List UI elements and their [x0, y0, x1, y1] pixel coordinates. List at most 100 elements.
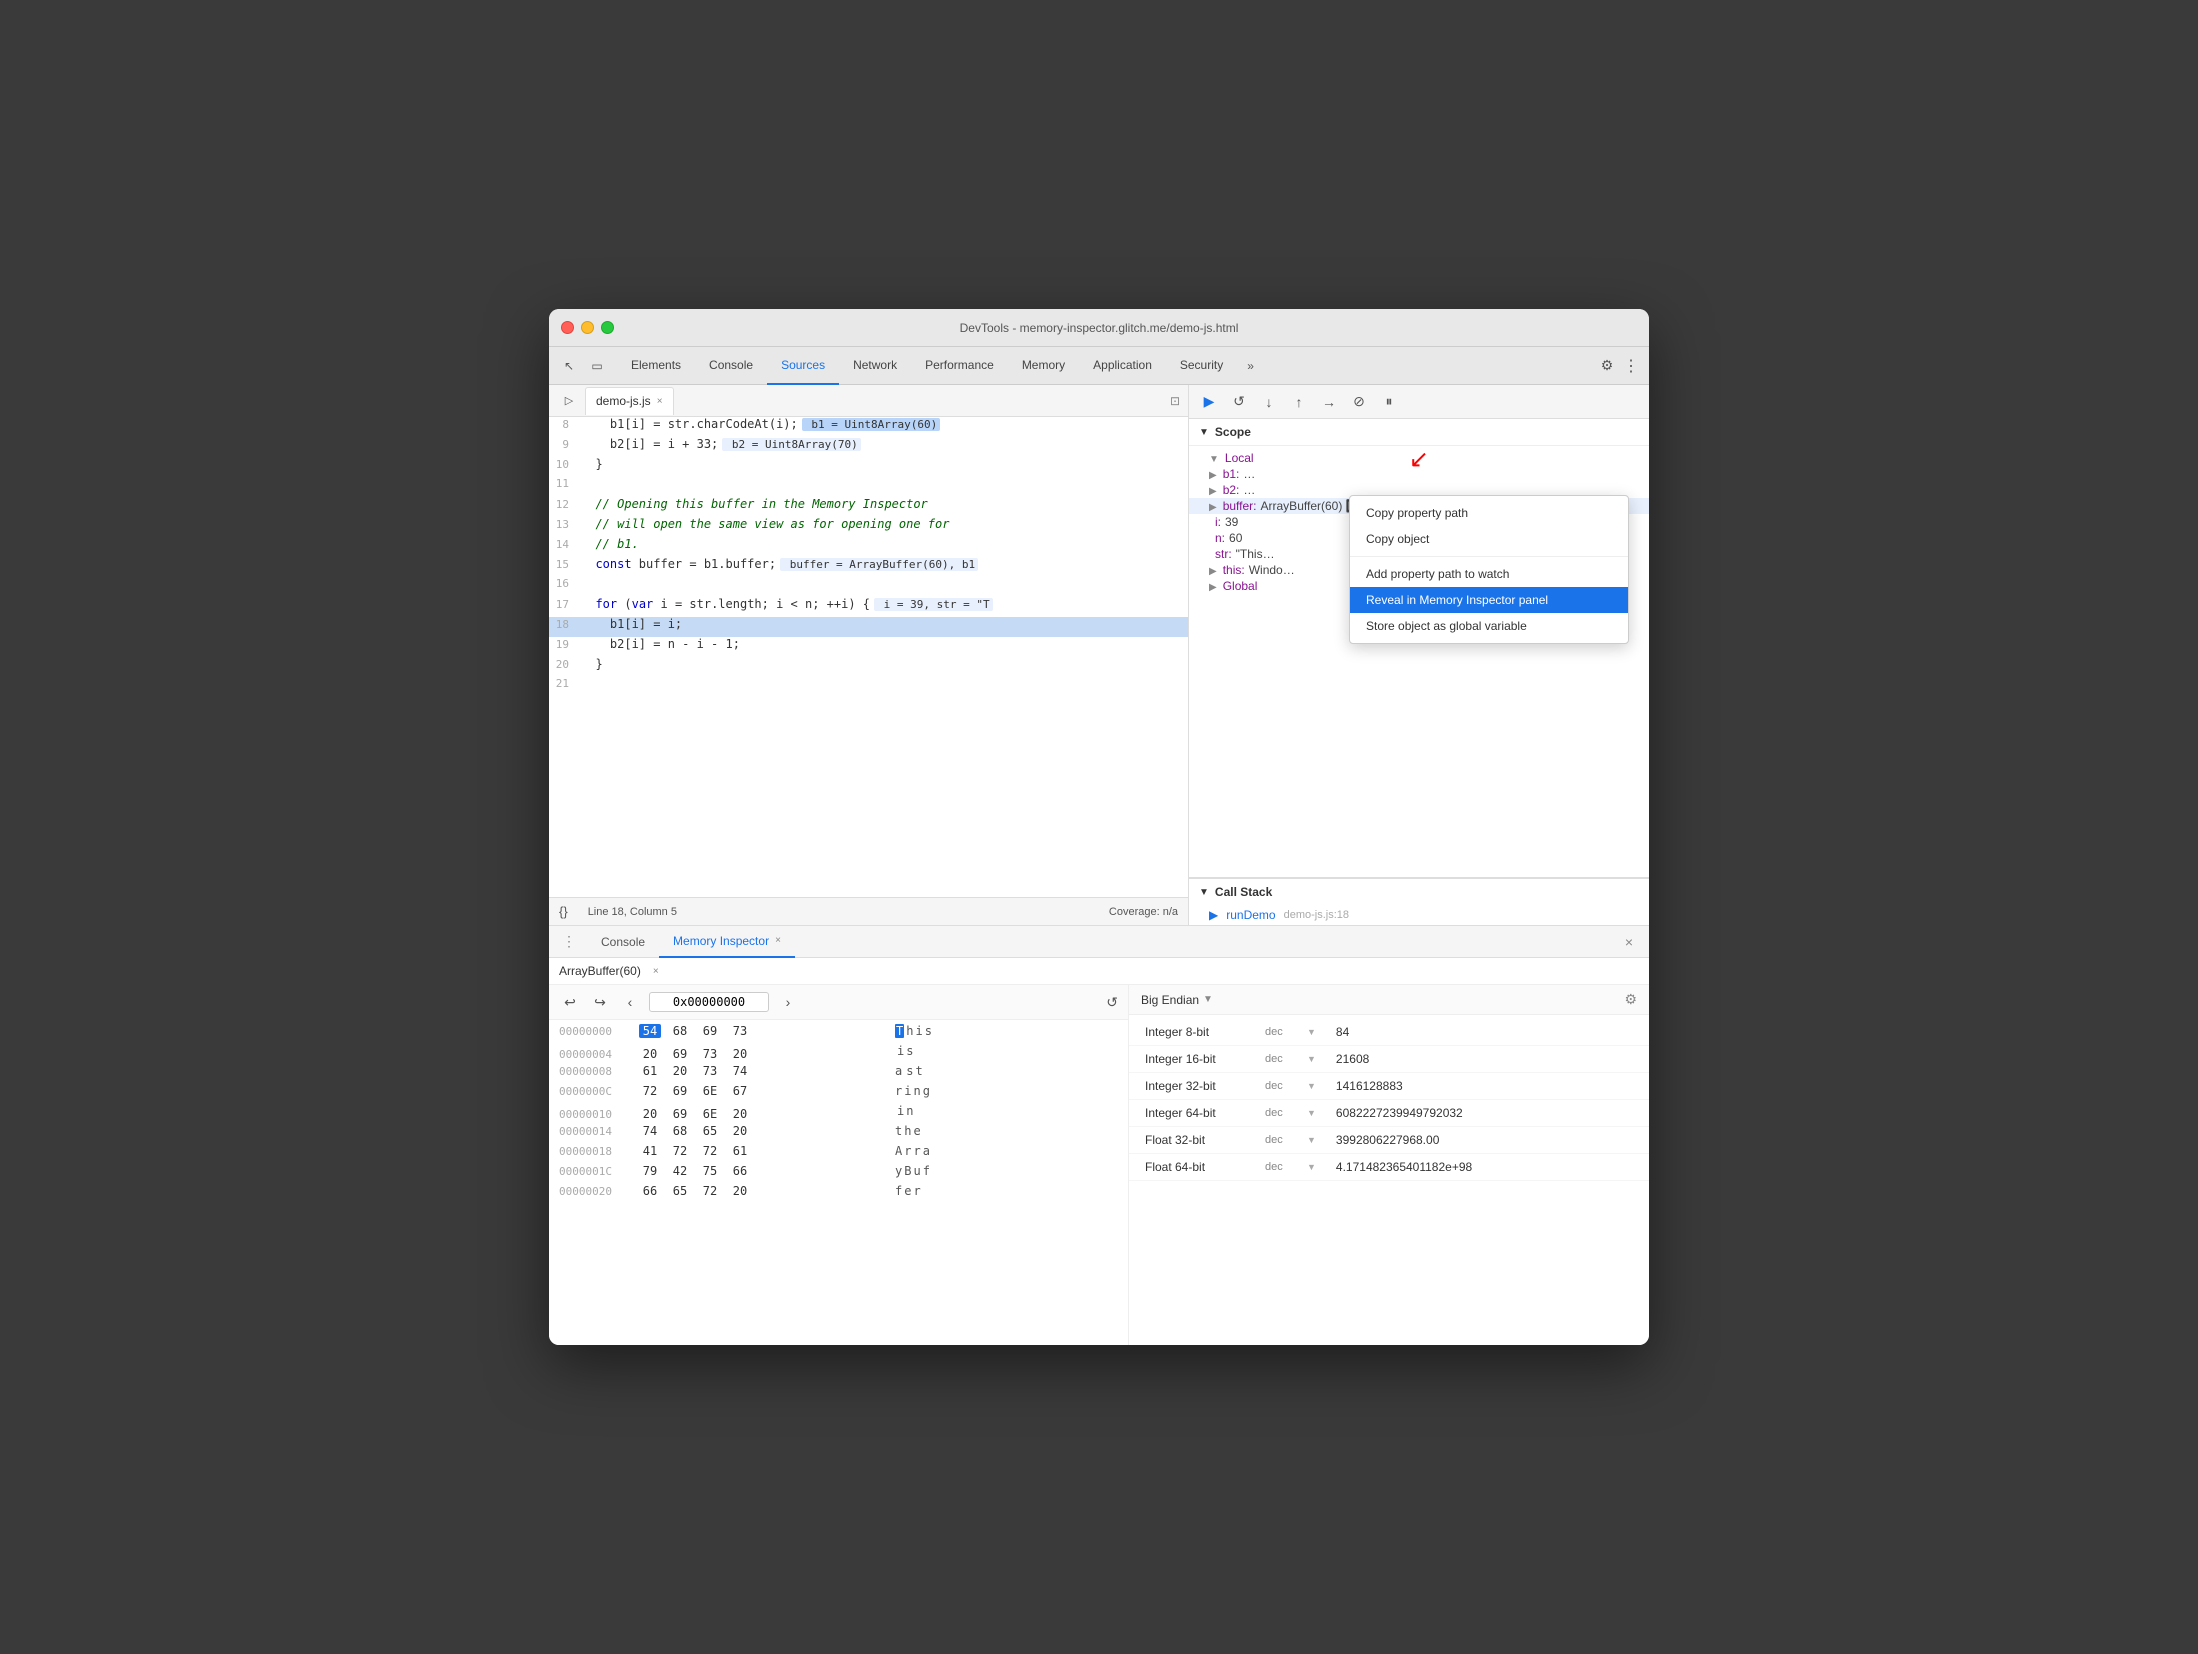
float64-dropdown[interactable]: ▼: [1307, 1162, 1316, 1172]
hex-byte-20f[interactable]: 20: [729, 1124, 751, 1138]
hex-next-button[interactable]: ›: [777, 991, 799, 1013]
source-file-tab[interactable]: demo-js.js ×: [585, 387, 674, 415]
int32-dropdown[interactable]: ▼: [1307, 1081, 1316, 1091]
hex-byte-73a[interactable]: 73: [699, 1047, 721, 1061]
maximize-button[interactable]: [601, 321, 614, 334]
callstack-header[interactable]: ▼ Call Stack: [1189, 878, 1649, 905]
step-out-button[interactable]: ↑: [1287, 390, 1311, 414]
scope-local-header[interactable]: ▼ Local: [1189, 450, 1649, 466]
int8-dropdown[interactable]: ▼: [1307, 1027, 1316, 1037]
hex-byte-41[interactable]: 41: [639, 1144, 661, 1158]
settings-icon[interactable]: ⚙: [1593, 352, 1621, 380]
hex-back-button[interactable]: ↩: [559, 991, 581, 1013]
hex-byte-20e[interactable]: 20: [729, 1107, 751, 1121]
hex-byte-69a[interactable]: 69: [669, 1047, 691, 1061]
tab-elements[interactable]: Elements: [617, 347, 695, 385]
hex-byte-74a[interactable]: 74: [639, 1124, 661, 1138]
hex-byte-20c[interactable]: 20: [669, 1064, 691, 1078]
endian-select[interactable]: Big Endian ▼: [1141, 993, 1213, 1007]
bottom-tab-menu[interactable]: ⋮: [557, 930, 581, 954]
tab-security[interactable]: Security: [1166, 347, 1237, 385]
hex-byte-73[interactable]: 73: [729, 1024, 751, 1038]
mi-data-panel: Big Endian ▼ ⚙ Integer 8-bit dec ▼: [1129, 985, 1649, 1345]
ctx-store-global[interactable]: Store object as global variable: [1350, 613, 1628, 639]
more-options-icon[interactable]: ⋮: [1621, 352, 1641, 380]
source-panel-expand[interactable]: ⊡: [1170, 394, 1180, 408]
hex-byte-79[interactable]: 79: [639, 1164, 661, 1178]
ctx-add-property-watch[interactable]: Add property path to watch: [1350, 561, 1628, 587]
ctx-copy-object[interactable]: Copy object: [1350, 526, 1628, 552]
hex-refresh-button[interactable]: ↺: [1106, 994, 1118, 1011]
memory-inspector-tab-close[interactable]: ×: [775, 935, 781, 946]
hex-byte-73b[interactable]: 73: [699, 1064, 721, 1078]
close-button[interactable]: [561, 321, 574, 334]
float32-dropdown[interactable]: ▼: [1307, 1135, 1316, 1145]
resume-button[interactable]: ▶: [1197, 390, 1221, 414]
tab-memory[interactable]: Memory: [1008, 347, 1079, 385]
mi-settings-icon[interactable]: ⚙: [1624, 991, 1637, 1008]
hex-byte-72a[interactable]: 72: [669, 1144, 691, 1158]
step-over-button[interactable]: ↺: [1227, 390, 1251, 414]
tab-network[interactable]: Network: [839, 347, 911, 385]
tab-performance[interactable]: Performance: [911, 347, 1008, 385]
hex-byte-6ea[interactable]: 6E: [699, 1107, 721, 1121]
source-file-close[interactable]: ×: [657, 396, 663, 407]
hex-byte-20b[interactable]: 20: [729, 1047, 751, 1061]
scope-header[interactable]: ▼ Scope: [1189, 419, 1649, 446]
hex-byte-72[interactable]: 72: [639, 1084, 661, 1098]
source-tabs: ▷ demo-js.js × ⊡: [549, 385, 1188, 417]
minimize-button[interactable]: [581, 321, 594, 334]
scope-item-b1[interactable]: ▶ b1: …: [1189, 466, 1649, 482]
hex-byte-67[interactable]: 67: [729, 1084, 751, 1098]
hex-prev-button[interactable]: ‹: [619, 991, 641, 1013]
tab-console[interactable]: Console: [695, 347, 767, 385]
hex-byte-20a[interactable]: 20: [639, 1047, 661, 1061]
mi-buffer-close[interactable]: ×: [653, 966, 659, 977]
hex-byte-66[interactable]: 66: [729, 1164, 751, 1178]
hex-byte-69[interactable]: 69: [699, 1024, 721, 1038]
hex-byte-65[interactable]: 65: [699, 1124, 721, 1138]
hex-byte-72c[interactable]: 72: [699, 1184, 721, 1198]
hex-byte-68a[interactable]: 68: [669, 1124, 691, 1138]
hex-byte-66b[interactable]: 66: [639, 1184, 661, 1198]
tab-console-bottom[interactable]: Console: [587, 926, 659, 958]
int64-dropdown[interactable]: ▼: [1307, 1108, 1316, 1118]
hex-forward-button[interactable]: ↪: [589, 991, 611, 1013]
hex-byte-74[interactable]: 74: [729, 1064, 751, 1078]
hex-byte-65a[interactable]: 65: [669, 1184, 691, 1198]
hex-address-input[interactable]: [649, 992, 769, 1012]
hex-rows: 00000000 54 68 69 73 T h: [549, 1020, 1128, 1208]
ctx-copy-property-path[interactable]: Copy property path: [1350, 500, 1628, 526]
tabs-overflow[interactable]: »: [1241, 347, 1260, 385]
int16-dropdown[interactable]: ▼: [1307, 1054, 1316, 1064]
hex-byte-72b[interactable]: 72: [699, 1144, 721, 1158]
code-line-17: 17 for (var i = str.length; i < n; ++i) …: [549, 597, 1188, 617]
tab-application[interactable]: Application: [1079, 347, 1166, 385]
hex-byte-75[interactable]: 75: [699, 1164, 721, 1178]
bottom-panel-close[interactable]: ×: [1617, 934, 1641, 950]
hex-byte-69c[interactable]: 69: [669, 1107, 691, 1121]
step-into-button[interactable]: ↓: [1257, 390, 1281, 414]
tab-sources[interactable]: Sources: [767, 347, 839, 385]
device-icon[interactable]: ▭: [585, 354, 609, 378]
hex-byte-6e[interactable]: 6E: [699, 1084, 721, 1098]
tab-memory-inspector-bottom[interactable]: Memory Inspector ×: [659, 926, 795, 958]
hex-byte-69b[interactable]: 69: [669, 1084, 691, 1098]
hex-byte-54[interactable]: 54: [639, 1024, 661, 1038]
cursor-icon[interactable]: ↖: [557, 354, 581, 378]
hex-byte-61[interactable]: 61: [729, 1144, 751, 1158]
debug-toolbar: ▶ ↺ ↓ ↑ → ⊘ ⏸: [1189, 385, 1649, 419]
hex-byte-42[interactable]: 42: [669, 1164, 691, 1178]
hex-byte-20d[interactable]: 20: [639, 1107, 661, 1121]
hex-row-14: 00000014 74 68 65 20 t h: [549, 1124, 1128, 1144]
pause-on-exceptions-button[interactable]: ⏸: [1377, 390, 1401, 414]
ctx-reveal-memory-inspector[interactable]: Reveal in Memory Inspector panel: [1350, 587, 1628, 613]
hex-byte-20g[interactable]: 20: [729, 1184, 751, 1198]
source-panel-icon[interactable]: ▷: [557, 389, 581, 413]
step-button[interactable]: →: [1317, 390, 1341, 414]
hex-char-r4: r: [913, 1184, 920, 1198]
hex-byte-68[interactable]: 68: [669, 1024, 691, 1038]
callstack-item-0[interactable]: ▶ runDemo demo-js.js:18: [1189, 905, 1649, 925]
deactivate-breakpoints-button[interactable]: ⊘: [1347, 390, 1371, 414]
hex-byte-61[interactable]: 61: [639, 1064, 661, 1078]
